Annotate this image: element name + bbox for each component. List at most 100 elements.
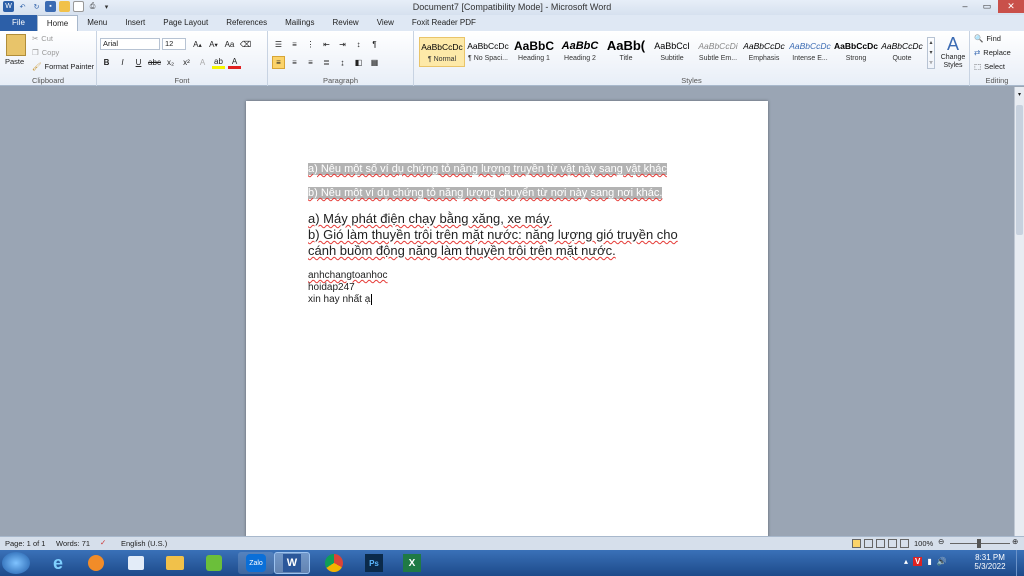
word-count[interactable]: Words: 71	[56, 539, 90, 548]
decrease-indent-icon[interactable]: ⇤	[320, 38, 333, 51]
full-screen-view-icon[interactable]	[864, 539, 873, 548]
align-center-icon[interactable]: ≡	[288, 56, 301, 69]
web-layout-view-icon[interactable]	[876, 539, 885, 548]
draft-view-icon[interactable]	[900, 539, 909, 548]
start-button[interactable]	[2, 552, 30, 574]
show-marks-icon[interactable]: ¶	[368, 38, 381, 51]
proofing-icon[interactable]: ✓	[100, 538, 106, 547]
tab-review[interactable]: Review	[323, 15, 367, 31]
font-color-icon[interactable]: A	[228, 56, 241, 69]
font-family-select[interactable]: Arial	[100, 38, 160, 50]
signature-line-1[interactable]: anhchangtoanhoc	[308, 270, 388, 281]
style-no-spacing[interactable]: AaBbCcDc ¶ No Spaci...	[465, 37, 511, 67]
document-page[interactable]: a) Nêu một số ví dụ chứng tỏ năng lượng …	[246, 101, 768, 541]
tray-expand-icon[interactable]: ▴	[904, 557, 908, 566]
highlight-color-icon[interactable]: ab	[212, 56, 225, 69]
italic-icon[interactable]: I	[116, 56, 129, 69]
print-layout-view-icon[interactable]	[852, 539, 861, 548]
change-styles-button[interactable]: A Change Styles	[938, 34, 968, 70]
bullets-icon[interactable]: ☰	[272, 38, 285, 51]
multilevel-list-icon[interactable]: ⋮	[304, 38, 317, 51]
tab-mailings[interactable]: Mailings	[276, 15, 323, 31]
tab-page-layout[interactable]: Page Layout	[154, 15, 217, 31]
signature-line-3[interactable]: xin hay nhất ạ	[308, 294, 373, 305]
tab-insert[interactable]: Insert	[116, 15, 154, 31]
minimize-button[interactable]: –	[954, 0, 976, 13]
answer-line-b1[interactable]: b) Gió làm thuyền trôi trên mặt nước: nă…	[308, 227, 678, 242]
tab-foxit[interactable]: Foxit Reader PDF	[403, 15, 485, 31]
shading-icon[interactable]: ◧	[352, 56, 365, 69]
clock-time[interactable]: 8:31 PM	[968, 553, 1012, 562]
style-quote[interactable]: AaBbCcDc Quote	[879, 37, 925, 67]
style-strong[interactable]: AaBbCcDc Strong	[833, 37, 879, 67]
style-subtle-emphasis[interactable]: AaBbCcDi Subtle Em...	[695, 37, 741, 67]
close-button[interactable]: ✕	[998, 0, 1024, 13]
tab-home[interactable]: Home	[36, 15, 79, 31]
tab-file[interactable]: File	[0, 15, 37, 31]
styles-scroll-icon[interactable]: ▴ ▾ ▿	[927, 37, 935, 69]
volume-icon[interactable]: 🔊	[937, 557, 947, 566]
media-player-icon[interactable]	[88, 555, 104, 571]
vertical-scrollbar[interactable]: ▾	[1014, 87, 1024, 536]
question-line-b[interactable]: b) Nêu một ví dụ chứng tỏ năng lượng chu…	[308, 187, 663, 199]
zoom-out-icon[interactable]: ⊖	[938, 537, 944, 546]
format-painter-button[interactable]: 🖌 Format Painter	[32, 62, 94, 71]
sort-icon[interactable]: ↕	[352, 38, 365, 51]
style-title[interactable]: AaBb(Title	[603, 37, 649, 67]
green-app-icon[interactable]	[206, 555, 222, 571]
answer-line-b2[interactable]: cánh buồm động năng làm thuyền trôi trên…	[308, 243, 616, 258]
line-spacing-icon[interactable]: ↨	[336, 56, 349, 69]
excel-icon[interactable]: X	[403, 554, 421, 572]
numbering-icon[interactable]: ≡	[288, 38, 301, 51]
strikethrough-icon[interactable]: abc	[148, 56, 161, 69]
tab-view[interactable]: View	[368, 15, 403, 31]
scroll-thumb[interactable]	[1016, 105, 1023, 235]
show-desktop-button[interactable]	[1016, 550, 1024, 576]
signature-line-2[interactable]: hoidap247	[308, 282, 355, 293]
change-case-icon[interactable]: Aa	[223, 38, 236, 51]
align-left-icon[interactable]: ≡	[272, 56, 285, 69]
superscript-icon[interactable]: x²	[180, 56, 193, 69]
underline-icon[interactable]: U	[132, 56, 145, 69]
answer-line-a[interactable]: a) Máy phát điện chạy bằng xăng, xe máy.	[308, 211, 552, 226]
ruler-toggle-icon[interactable]: ▾	[1016, 91, 1023, 103]
borders-icon[interactable]: ▦	[368, 56, 381, 69]
outlook-icon[interactable]	[128, 556, 144, 570]
select-button[interactable]: ⬚ Select	[974, 62, 1005, 71]
maximize-button[interactable]: ▭	[976, 0, 998, 13]
internet-explorer-icon[interactable]: e	[40, 552, 76, 574]
zoom-in-icon[interactable]: ⊕	[1012, 537, 1018, 546]
align-right-icon[interactable]: ≡	[304, 56, 317, 69]
folder-icon[interactable]	[166, 556, 184, 570]
question-line-a[interactable]: a) Nêu một số ví dụ chứng tỏ năng lượng …	[308, 163, 667, 175]
zoom-level[interactable]: 100%	[914, 539, 933, 548]
word-taskbar-icon[interactable]: W	[283, 554, 301, 572]
paste-button[interactable]: Paste	[5, 57, 24, 66]
network-icon[interactable]: ▮	[927, 557, 931, 566]
zoom-slider-thumb[interactable]	[977, 539, 981, 548]
style-normal[interactable]: AaBbCcDc ¶ Normal	[419, 37, 465, 67]
shrink-font-icon[interactable]: A ▾	[207, 38, 220, 51]
cut-button[interactable]: ✂ Cut	[32, 34, 53, 43]
find-button[interactable]: 🔍 Find	[974, 34, 1001, 43]
style-heading-2[interactable]: AaBbC Heading 2	[557, 37, 603, 67]
increase-indent-icon[interactable]: ⇥	[336, 38, 349, 51]
style-intense-emphasis[interactable]: AaBbCcDc Intense E...	[787, 37, 833, 67]
style-heading-1[interactable]: AaBbC Heading 1	[511, 37, 557, 67]
style-emphasis[interactable]: AaBbCcDc Emphasis	[741, 37, 787, 67]
tab-menu[interactable]: Menu	[78, 15, 116, 31]
language-status[interactable]: English (U.S.)	[121, 539, 167, 548]
page-count[interactable]: Page: 1 of 1	[5, 539, 45, 548]
grow-font-icon[interactable]: A ▴	[191, 38, 204, 51]
photoshop-icon[interactable]: Ps	[365, 554, 383, 572]
replace-button[interactable]: ⇄ Replace	[974, 48, 1011, 57]
paste-icon[interactable]	[6, 34, 26, 56]
unikey-icon[interactable]: V	[913, 557, 923, 566]
outline-view-icon[interactable]	[888, 539, 897, 548]
chrome-icon[interactable]	[325, 554, 343, 572]
bold-icon[interactable]: B	[100, 56, 113, 69]
font-size-select[interactable]: 12	[162, 38, 186, 50]
justify-icon[interactable]: ≣	[320, 56, 333, 69]
clear-format-icon[interactable]: ⌫	[239, 38, 252, 51]
zalo-icon[interactable]: Zalo	[246, 554, 266, 572]
